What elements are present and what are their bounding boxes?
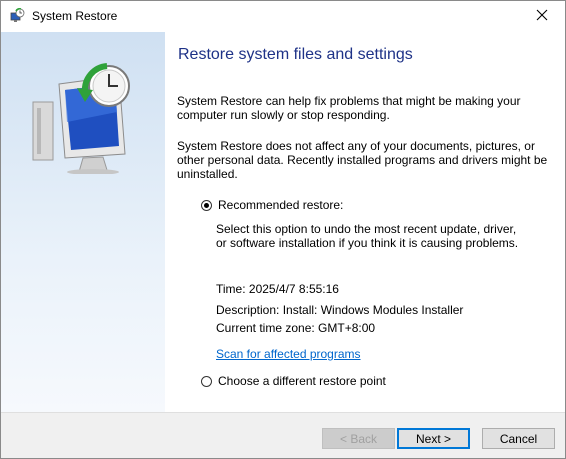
window-title: System Restore [32,9,118,23]
content-area: Restore system files and settings System… [165,32,565,412]
title-bar[interactable]: System Restore [1,1,565,31]
recommended-restore-radio[interactable] [201,199,212,211]
info-line: System Restore does not affect any of yo… [177,139,535,153]
page-title: Restore system files and settings [178,46,413,63]
intro-line: System Restore can help fix problems tha… [177,94,521,108]
recommended-description: Select this option to undo the most rece… [216,222,556,250]
side-panel [1,32,165,412]
system-restore-window: System Restore Restore system files and … [0,0,566,459]
restore-description: Description: Install: Windows Modules In… [216,303,464,317]
description-line: Select this option to undo the most rece… [216,222,517,236]
recommended-restore-label: Recommended restore: [218,198,344,212]
back-button[interactable]: < Back [322,428,395,449]
close-button[interactable] [519,1,565,31]
system-restore-icon [9,7,25,24]
different-restore-point-option[interactable]: Choose a different restore point [201,374,386,388]
next-button[interactable]: Next > [397,428,470,449]
intro-line: computer run slowly or stop responding. [177,108,390,122]
info-line: other personal data. Recently installed … [177,153,548,167]
cancel-button[interactable]: Cancel [482,428,555,449]
info-line: uninstalled. [177,167,238,181]
info-paragraph: System Restore does not affect any of yo… [177,139,557,181]
different-restore-point-radio[interactable] [201,375,212,387]
description-line: or software installation if you think it… [216,236,519,250]
current-time-zone: Current time zone: GMT+8:00 [216,321,376,335]
close-icon [536,9,548,24]
different-restore-point-label: Choose a different restore point [218,374,386,388]
restore-computer-icon [29,62,141,175]
button-bar: < Back Next > Cancel [1,412,565,458]
recommended-restore-option[interactable]: Recommended restore: [201,198,343,212]
intro-paragraph: System Restore can help fix problems tha… [177,94,557,122]
restore-time: Time: 2025/4/7 8:55:16 [216,282,339,296]
scan-affected-programs-link[interactable]: Scan for affected programs [216,347,361,361]
